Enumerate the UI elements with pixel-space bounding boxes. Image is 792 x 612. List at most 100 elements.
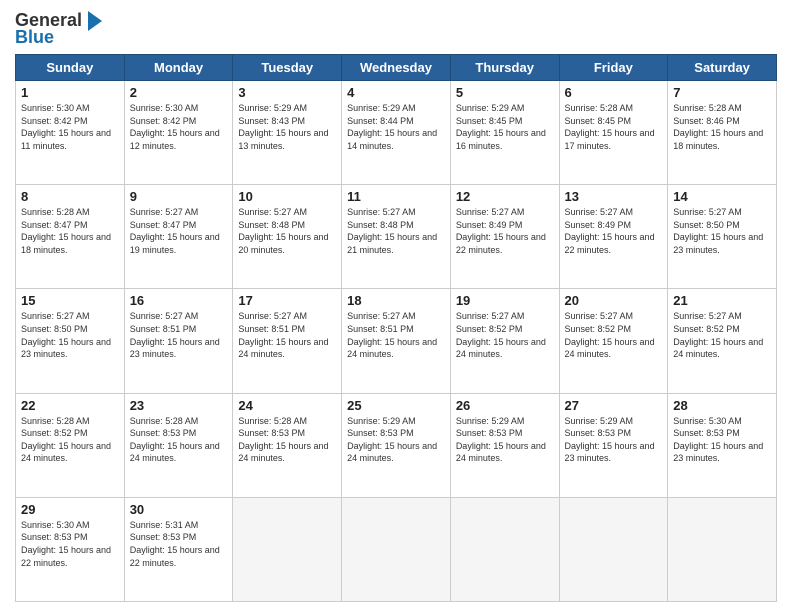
calendar-week-row: 1 Sunrise: 5:30 AMSunset: 8:42 PMDayligh… [16, 81, 777, 185]
cell-content: Sunrise: 5:27 AMSunset: 8:48 PMDaylight:… [347, 207, 437, 255]
calendar-cell: 14 Sunrise: 5:27 AMSunset: 8:50 PMDaylig… [668, 185, 777, 289]
day-number: 8 [21, 189, 119, 204]
cell-content: Sunrise: 5:31 AMSunset: 8:53 PMDaylight:… [130, 520, 220, 568]
day-number: 16 [130, 293, 228, 308]
cell-content: Sunrise: 5:27 AMSunset: 8:52 PMDaylight:… [673, 311, 763, 359]
calendar-cell: 26 Sunrise: 5:29 AMSunset: 8:53 PMDaylig… [450, 393, 559, 497]
day-number: 26 [456, 398, 554, 413]
calendar-cell: 19 Sunrise: 5:27 AMSunset: 8:52 PMDaylig… [450, 289, 559, 393]
cell-content: Sunrise: 5:27 AMSunset: 8:50 PMDaylight:… [673, 207, 763, 255]
calendar-week-row: 22 Sunrise: 5:28 AMSunset: 8:52 PMDaylig… [16, 393, 777, 497]
col-saturday: Saturday [668, 55, 777, 81]
cell-content: Sunrise: 5:30 AMSunset: 8:53 PMDaylight:… [673, 416, 763, 464]
calendar-cell: 22 Sunrise: 5:28 AMSunset: 8:52 PMDaylig… [16, 393, 125, 497]
calendar-cell [342, 497, 451, 601]
cell-content: Sunrise: 5:27 AMSunset: 8:51 PMDaylight:… [130, 311, 220, 359]
calendar-table: Sunday Monday Tuesday Wednesday Thursday… [15, 54, 777, 602]
calendar-week-row: 8 Sunrise: 5:28 AMSunset: 8:47 PMDayligh… [16, 185, 777, 289]
cell-content: Sunrise: 5:28 AMSunset: 8:53 PMDaylight:… [238, 416, 328, 464]
calendar-cell: 30 Sunrise: 5:31 AMSunset: 8:53 PMDaylig… [124, 497, 233, 601]
cell-content: Sunrise: 5:27 AMSunset: 8:49 PMDaylight:… [456, 207, 546, 255]
day-number: 22 [21, 398, 119, 413]
calendar-cell: 13 Sunrise: 5:27 AMSunset: 8:49 PMDaylig… [559, 185, 668, 289]
calendar-cell: 7 Sunrise: 5:28 AMSunset: 8:46 PMDayligh… [668, 81, 777, 185]
day-number: 27 [565, 398, 663, 413]
calendar-cell: 3 Sunrise: 5:29 AMSunset: 8:43 PMDayligh… [233, 81, 342, 185]
col-monday: Monday [124, 55, 233, 81]
calendar-cell: 4 Sunrise: 5:29 AMSunset: 8:44 PMDayligh… [342, 81, 451, 185]
cell-content: Sunrise: 5:27 AMSunset: 8:47 PMDaylight:… [130, 207, 220, 255]
cell-content: Sunrise: 5:29 AMSunset: 8:53 PMDaylight:… [565, 416, 655, 464]
calendar-header-row: Sunday Monday Tuesday Wednesday Thursday… [16, 55, 777, 81]
calendar-cell: 20 Sunrise: 5:27 AMSunset: 8:52 PMDaylig… [559, 289, 668, 393]
day-number: 15 [21, 293, 119, 308]
calendar-cell: 29 Sunrise: 5:30 AMSunset: 8:53 PMDaylig… [16, 497, 125, 601]
cell-content: Sunrise: 5:30 AMSunset: 8:53 PMDaylight:… [21, 520, 111, 568]
calendar-cell [668, 497, 777, 601]
day-number: 24 [238, 398, 336, 413]
col-sunday: Sunday [16, 55, 125, 81]
calendar-cell: 18 Sunrise: 5:27 AMSunset: 8:51 PMDaylig… [342, 289, 451, 393]
calendar-cell: 5 Sunrise: 5:29 AMSunset: 8:45 PMDayligh… [450, 81, 559, 185]
calendar-cell: 23 Sunrise: 5:28 AMSunset: 8:53 PMDaylig… [124, 393, 233, 497]
cell-content: Sunrise: 5:28 AMSunset: 8:47 PMDaylight:… [21, 207, 111, 255]
cell-content: Sunrise: 5:28 AMSunset: 8:52 PMDaylight:… [21, 416, 111, 464]
cell-content: Sunrise: 5:27 AMSunset: 8:48 PMDaylight:… [238, 207, 328, 255]
day-number: 13 [565, 189, 663, 204]
cell-content: Sunrise: 5:27 AMSunset: 8:52 PMDaylight:… [565, 311, 655, 359]
day-number: 30 [130, 502, 228, 517]
page: General Blue Sunday Monday Tuesday Wedne… [0, 0, 792, 612]
calendar-cell: 24 Sunrise: 5:28 AMSunset: 8:53 PMDaylig… [233, 393, 342, 497]
cell-content: Sunrise: 5:27 AMSunset: 8:52 PMDaylight:… [456, 311, 546, 359]
calendar-cell: 1 Sunrise: 5:30 AMSunset: 8:42 PMDayligh… [16, 81, 125, 185]
day-number: 14 [673, 189, 771, 204]
cell-content: Sunrise: 5:29 AMSunset: 8:53 PMDaylight:… [347, 416, 437, 464]
day-number: 12 [456, 189, 554, 204]
calendar-cell: 2 Sunrise: 5:30 AMSunset: 8:42 PMDayligh… [124, 81, 233, 185]
day-number: 7 [673, 85, 771, 100]
cell-content: Sunrise: 5:30 AMSunset: 8:42 PMDaylight:… [21, 103, 111, 151]
day-number: 29 [21, 502, 119, 517]
cell-content: Sunrise: 5:29 AMSunset: 8:53 PMDaylight:… [456, 416, 546, 464]
logo-blue-text: Blue [15, 27, 54, 48]
col-tuesday: Tuesday [233, 55, 342, 81]
calendar-cell [233, 497, 342, 601]
header: General Blue [15, 10, 777, 48]
day-number: 9 [130, 189, 228, 204]
calendar-cell: 17 Sunrise: 5:27 AMSunset: 8:51 PMDaylig… [233, 289, 342, 393]
calendar-week-row: 29 Sunrise: 5:30 AMSunset: 8:53 PMDaylig… [16, 497, 777, 601]
day-number: 17 [238, 293, 336, 308]
day-number: 3 [238, 85, 336, 100]
day-number: 4 [347, 85, 445, 100]
cell-content: Sunrise: 5:27 AMSunset: 8:51 PMDaylight:… [238, 311, 328, 359]
day-number: 11 [347, 189, 445, 204]
calendar-cell: 16 Sunrise: 5:27 AMSunset: 8:51 PMDaylig… [124, 289, 233, 393]
calendar-cell: 9 Sunrise: 5:27 AMSunset: 8:47 PMDayligh… [124, 185, 233, 289]
logo: General Blue [15, 10, 102, 48]
cell-content: Sunrise: 5:27 AMSunset: 8:49 PMDaylight:… [565, 207, 655, 255]
calendar-cell: 12 Sunrise: 5:27 AMSunset: 8:49 PMDaylig… [450, 185, 559, 289]
calendar-cell [450, 497, 559, 601]
col-thursday: Thursday [450, 55, 559, 81]
calendar-cell: 10 Sunrise: 5:27 AMSunset: 8:48 PMDaylig… [233, 185, 342, 289]
day-number: 23 [130, 398, 228, 413]
calendar-cell [559, 497, 668, 601]
calendar-cell: 27 Sunrise: 5:29 AMSunset: 8:53 PMDaylig… [559, 393, 668, 497]
day-number: 5 [456, 85, 554, 100]
cell-content: Sunrise: 5:27 AMSunset: 8:50 PMDaylight:… [21, 311, 111, 359]
calendar-cell: 28 Sunrise: 5:30 AMSunset: 8:53 PMDaylig… [668, 393, 777, 497]
cell-content: Sunrise: 5:30 AMSunset: 8:42 PMDaylight:… [130, 103, 220, 151]
col-friday: Friday [559, 55, 668, 81]
cell-content: Sunrise: 5:28 AMSunset: 8:45 PMDaylight:… [565, 103, 655, 151]
calendar-cell: 25 Sunrise: 5:29 AMSunset: 8:53 PMDaylig… [342, 393, 451, 497]
calendar-cell: 15 Sunrise: 5:27 AMSunset: 8:50 PMDaylig… [16, 289, 125, 393]
calendar-week-row: 15 Sunrise: 5:27 AMSunset: 8:50 PMDaylig… [16, 289, 777, 393]
calendar-cell: 8 Sunrise: 5:28 AMSunset: 8:47 PMDayligh… [16, 185, 125, 289]
day-number: 6 [565, 85, 663, 100]
col-wednesday: Wednesday [342, 55, 451, 81]
day-number: 1 [21, 85, 119, 100]
cell-content: Sunrise: 5:28 AMSunset: 8:53 PMDaylight:… [130, 416, 220, 464]
calendar-cell: 21 Sunrise: 5:27 AMSunset: 8:52 PMDaylig… [668, 289, 777, 393]
day-number: 19 [456, 293, 554, 308]
calendar-cell: 6 Sunrise: 5:28 AMSunset: 8:45 PMDayligh… [559, 81, 668, 185]
